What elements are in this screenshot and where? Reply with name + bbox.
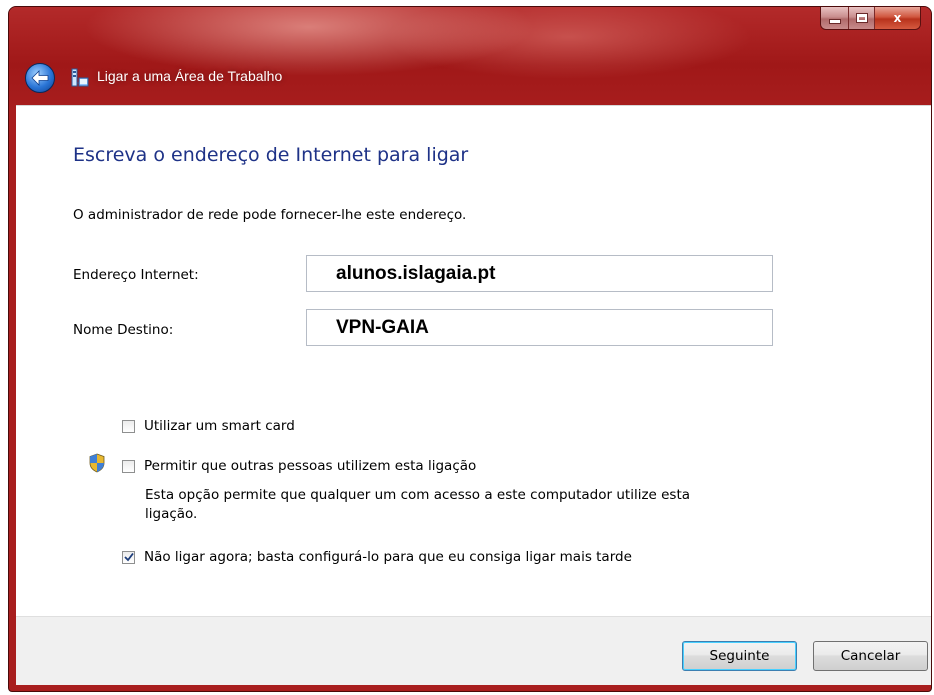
close-button[interactable]: x: [874, 7, 920, 29]
checkmark-icon: [123, 552, 134, 562]
cancel-button[interactable]: Cancelar: [813, 641, 928, 671]
smart-card-checkbox[interactable]: [122, 419, 135, 433]
smart-card-option[interactable]: Utilizar um smart card: [122, 418, 295, 434]
maximize-button[interactable]: [848, 7, 874, 29]
minimize-button[interactable]: [821, 7, 848, 29]
back-button[interactable]: [25, 63, 55, 93]
destination-name-input[interactable]: [306, 309, 773, 346]
allow-others-description: Esta opção permite que qualquer um com a…: [145, 487, 691, 522]
internet-address-label: Endereço Internet:: [73, 267, 199, 283]
next-button[interactable]: Seguinte: [682, 641, 797, 671]
minimize-icon: [828, 18, 841, 24]
title-bar[interactable]: x Ligar a uma Área de Trabalho: [9, 7, 931, 112]
allow-others-checkbox[interactable]: [122, 459, 135, 473]
network-connection-icon: [71, 68, 89, 87]
allow-others-option[interactable]: Permitir que outras pessoas utilizem est…: [122, 458, 476, 474]
maximize-icon: [855, 13, 868, 23]
allow-others-label: Permitir que outras pessoas utilizem est…: [144, 458, 477, 474]
smart-card-label: Utilizar um smart card: [144, 418, 295, 434]
dont-connect-option[interactable]: Não ligar agora; basta configurá-lo para…: [122, 549, 632, 565]
destination-name-label: Nome Destino:: [73, 322, 174, 338]
info-text: O administrador de rede pode fornecer-lh…: [73, 207, 467, 223]
wizard-window: x Ligar a uma Área de Trabalho Escreva o…: [8, 6, 932, 692]
page-heading: Escreva o endereço de Internet para liga…: [73, 144, 469, 166]
close-icon: x: [893, 11, 902, 25]
uac-shield-icon: [89, 453, 105, 473]
internet-address-input[interactable]: [306, 255, 773, 292]
dont-connect-checkbox[interactable]: [122, 550, 135, 564]
window-controls: x: [820, 7, 921, 30]
window-title: Ligar a uma Área de Trabalho: [97, 68, 283, 84]
button-bar: Seguinte Cancelar: [16, 616, 931, 685]
dont-connect-label: Não ligar agora; basta configurá-lo para…: [144, 549, 632, 565]
back-arrow-icon: [31, 70, 49, 86]
wizard-content: Escreva o endereço de Internet para liga…: [16, 105, 931, 616]
